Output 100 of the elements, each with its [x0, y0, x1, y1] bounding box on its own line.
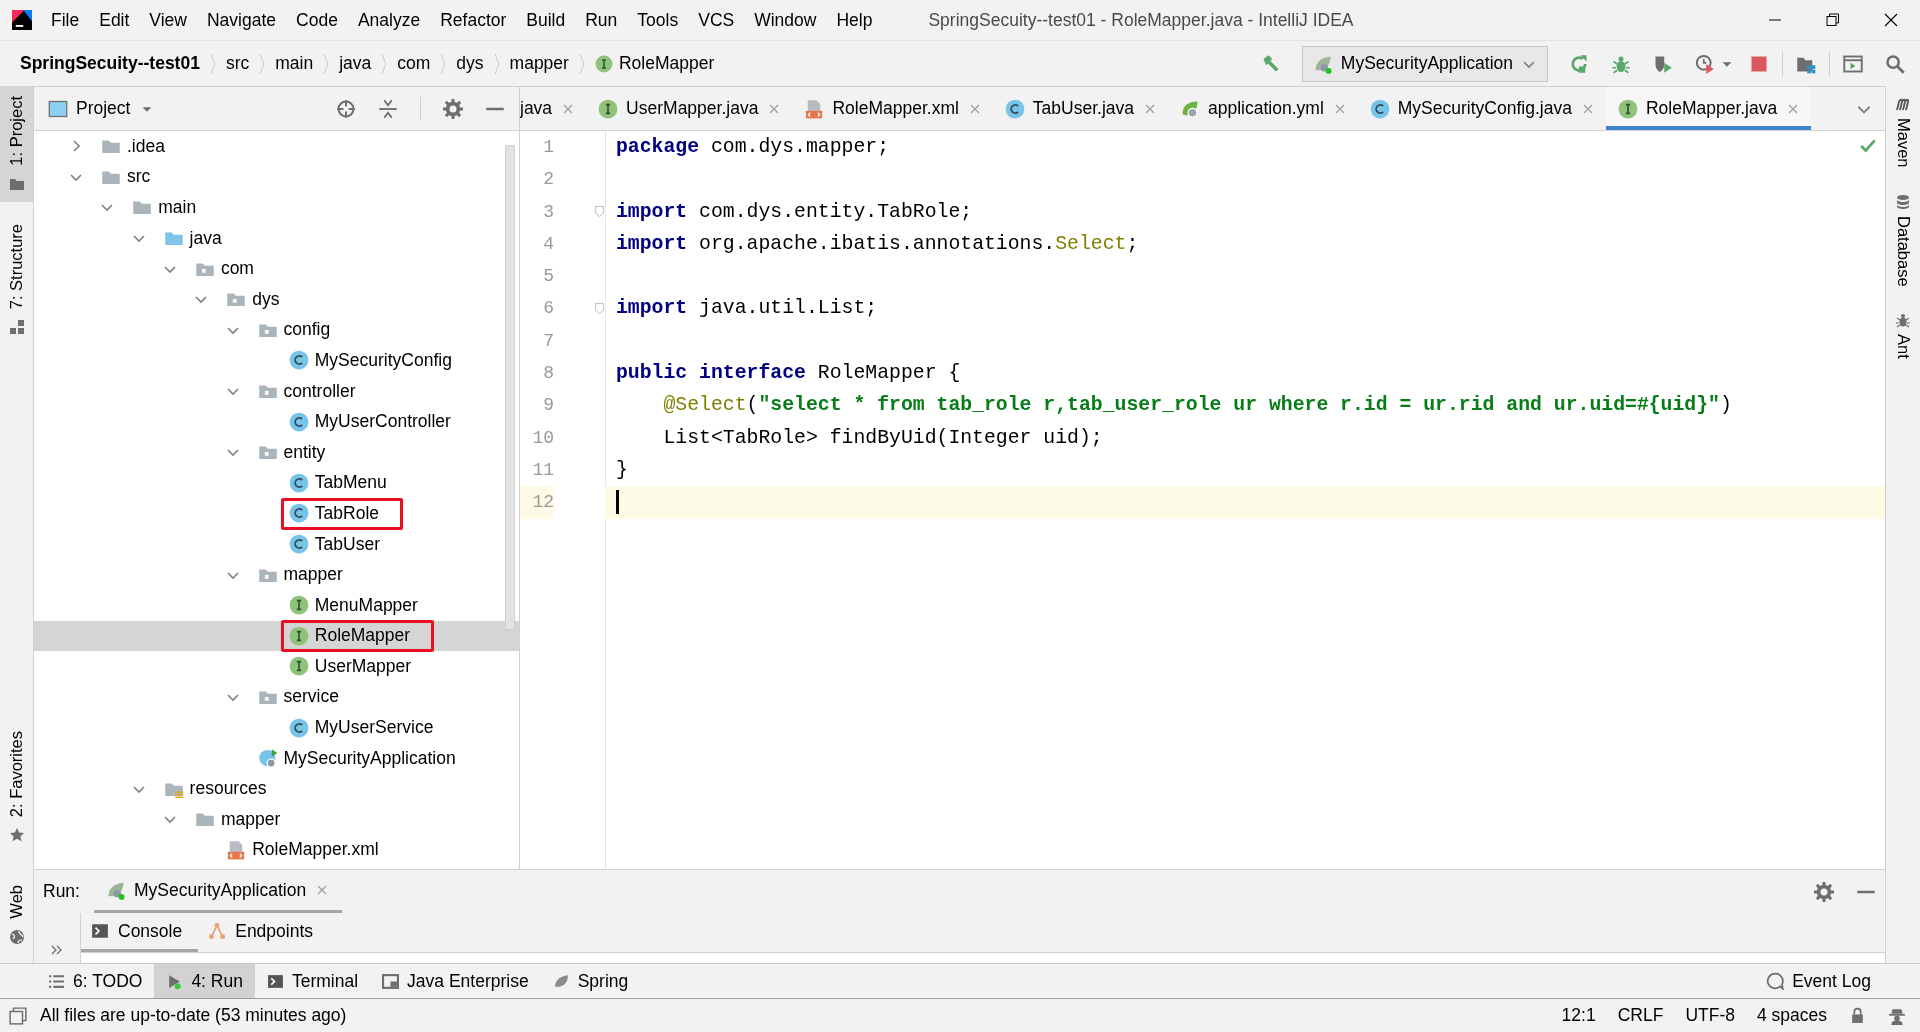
editor-tab[interactable]: RoleMapper.xml: [792, 87, 993, 130]
tree-item[interactable]: config: [34, 314, 519, 346]
text-cursor: [616, 490, 619, 515]
tree-item[interactable]: UserMapper: [34, 651, 519, 682]
project-view-dropdown[interactable]: Project: [76, 98, 155, 119]
lock-icon[interactable]: [1849, 1007, 1866, 1024]
tool-window-tab[interactable]: 2: Favorites: [0, 721, 33, 854]
editor-tab[interactable]: java: [520, 87, 587, 130]
tree-item[interactable]: TabUser: [34, 528, 519, 560]
tree-item[interactable]: RoleMapper: [34, 620, 519, 652]
breadcrumb[interactable]: com: [397, 53, 431, 74]
window-icon: [48, 98, 68, 119]
globe-icon: [8, 929, 25, 945]
tree-item[interactable]: controller: [34, 375, 519, 407]
line-number: 3: [542, 200, 554, 224]
tool-window-button[interactable]: Java Enterprise: [370, 964, 541, 998]
breadcrumb[interactable]: main: [275, 53, 314, 74]
tool-window-tab[interactable]: Maven: [1893, 96, 1913, 168]
menu-item[interactable]: Analyze: [347, 0, 431, 40]
tree-item[interactable]: MySecurityApplication: [34, 742, 519, 774]
breadcrumb[interactable]: mapper: [509, 53, 569, 74]
menu-item[interactable]: Help: [826, 0, 883, 40]
breadcrumb[interactable]: src: [225, 53, 250, 74]
status-item[interactable]: 4 spaces: [1756, 1005, 1827, 1026]
menu-item[interactable]: Build: [516, 0, 576, 40]
tree-item[interactable]: MenuMapper: [34, 589, 519, 621]
collapse-all-icon[interactable]: [378, 98, 398, 119]
tree-item[interactable]: java: [34, 222, 519, 254]
editor-tab[interactable]: UserMapper.java: [586, 87, 793, 130]
run-configuration-dropdown[interactable]: MySecurityApplication: [1301, 45, 1548, 82]
code-line: }: [615, 457, 628, 483]
tool-window-button[interactable]: Spring: [540, 964, 641, 998]
editor-tab[interactable]: application.yml: [1168, 87, 1358, 130]
tree-item[interactable]: TabMenu: [34, 467, 519, 499]
circular-arrow-icon[interactable]: [1569, 53, 1589, 74]
code-line: import org.apache.ibatis.annotations.Select;: [615, 231, 1139, 257]
window-play-icon[interactable]: [1843, 53, 1863, 74]
fold-marker-icon[interactable]: [594, 302, 605, 316]
menu-item[interactable]: Edit: [89, 0, 140, 40]
tree-item[interactable]: MyUserController: [34, 406, 519, 437]
leaf-icon: [552, 972, 570, 990]
breadcrumb[interactable]: SpringSecuity--test01: [20, 53, 200, 74]
tool-window-tab[interactable]: 7: Structure: [0, 213, 33, 345]
tool-window-button[interactable]: Terminal: [254, 964, 371, 998]
person-hat-icon[interactable]: [1888, 1006, 1906, 1025]
run-tab[interactable]: MySecurityApplication: [93, 870, 343, 913]
breadcrumb[interactable]: RoleMapper: [594, 53, 715, 74]
menu-item[interactable]: VCS: [688, 0, 745, 40]
editor-tab[interactable]: MySecurityConfig.java: [1357, 87, 1606, 130]
tree-item[interactable]: .idea: [34, 131, 519, 162]
menu-item[interactable]: Refactor: [430, 0, 517, 40]
clock-play-icon[interactable]: [1695, 53, 1715, 74]
tree-item[interactable]: main: [34, 192, 519, 223]
tree-item[interactable]: src: [34, 161, 519, 193]
editor-tab[interactable]: TabUser.java: [992, 87, 1169, 130]
tool-window-tab[interactable]: Database: [1893, 193, 1913, 287]
event-log-button[interactable]: Event Log: [1754, 964, 1920, 998]
tree-item[interactable]: TabRole: [34, 498, 519, 529]
tree-item[interactable]: dys: [34, 283, 519, 315]
menu-item[interactable]: Run: [575, 0, 628, 40]
menu-item[interactable]: Navigate: [197, 0, 287, 40]
class-icon: [288, 503, 309, 524]
tree-item[interactable]: mapper: [34, 804, 519, 835]
menu-item[interactable]: Tools: [627, 0, 689, 40]
tool-window-tab[interactable]: 1: Project: [0, 86, 33, 202]
tool-window-tab[interactable]: Ant: [1893, 312, 1913, 359]
tree-item[interactable]: RoleMapper.xml: [34, 834, 519, 866]
tree-item[interactable]: service: [34, 681, 519, 713]
status-item[interactable]: CRLF: [1617, 1005, 1664, 1026]
breadcrumb[interactable]: java: [339, 53, 372, 74]
class-icon: [288, 534, 309, 554]
class-icon: [288, 717, 309, 738]
tool-window-button[interactable]: 6: TODO: [36, 964, 155, 998]
code-line: import com.dys.entity.TabRole;: [615, 199, 973, 225]
tree-item[interactable]: entity: [34, 436, 519, 468]
menu-item[interactable]: Window: [744, 0, 827, 40]
fold-marker-icon[interactable]: [594, 205, 605, 219]
interface-icon: [288, 625, 309, 646]
tool-window-button[interactable]: 4: Run: [154, 964, 255, 998]
tree-item[interactable]: resources: [34, 773, 519, 805]
menu-item[interactable]: File: [41, 0, 90, 40]
tool-window-tab[interactable]: Web: [0, 875, 33, 955]
tree-item[interactable]: com: [34, 253, 519, 284]
crosshair-icon[interactable]: [336, 98, 356, 119]
settings-icon[interactable]: [443, 98, 463, 119]
restore-icon[interactable]: [1825, 12, 1841, 28]
stacked-squares-icon[interactable]: [9, 1006, 27, 1025]
breadcrumb[interactable]: dys: [456, 53, 484, 74]
close-icon[interactable]: [1883, 12, 1899, 28]
settings-icon[interactable]: [1814, 881, 1834, 902]
status-item[interactable]: UTF-8: [1685, 1005, 1735, 1026]
menu-item[interactable]: Code: [286, 0, 348, 40]
search-icon[interactable]: [1885, 53, 1905, 74]
console-tab[interactable]: Endpoints: [198, 913, 330, 952]
menu-item[interactable]: View: [139, 0, 197, 40]
tree-item[interactable]: MyUserService: [34, 712, 519, 743]
status-item[interactable]: 12:1: [1561, 1005, 1596, 1026]
tree-item[interactable]: mapper: [34, 559, 519, 590]
editor-tab[interactable]: RoleMapper.java: [1605, 87, 1812, 130]
tree-item[interactable]: MySecurityConfig: [34, 345, 519, 376]
